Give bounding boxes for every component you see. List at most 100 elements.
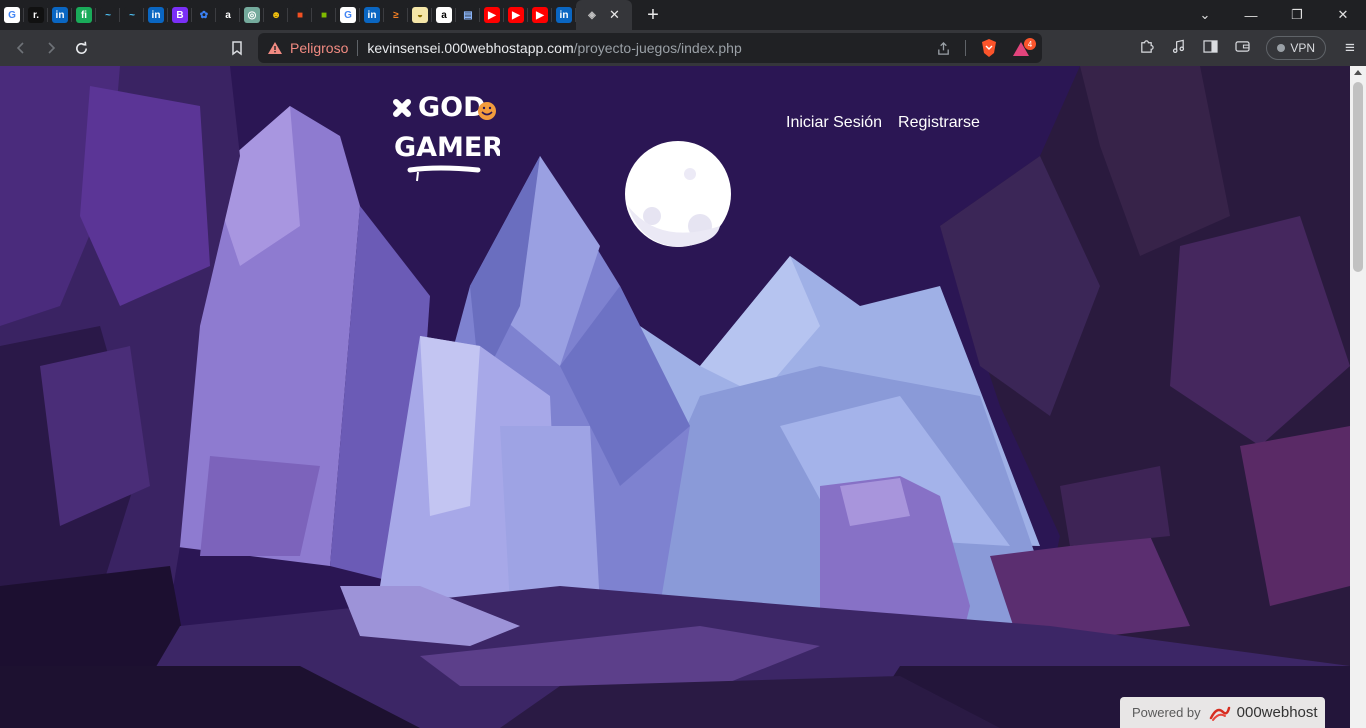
vpn-label: VPN [1290,41,1315,55]
window-controls: ⌄ — ❐ ✕ [1182,0,1366,30]
menu-icon[interactable]: ≡ [1334,38,1366,58]
browser-tab[interactable]: ~In [96,0,120,30]
share-icon[interactable] [936,41,951,56]
restore-button[interactable]: ❐ [1274,7,1320,23]
tab-favicon-icon: in [148,7,164,23]
tab-favicon-icon: ▤ [460,7,476,23]
scroll-thumb[interactable] [1353,82,1363,272]
tab-favicon-icon: ◒ [412,7,428,23]
tab-strip: Ghr.Bin(1fiP~In~Inin(1BFr✿FraA◎C☻D■S■SGs… [0,0,1366,30]
sidebar-toggle-icon[interactable] [1194,40,1226,56]
close-window-button[interactable]: ✕ [1320,7,1366,23]
rewards-badge: 4 [1024,38,1036,50]
browser-tab[interactable]: ▤N [456,0,480,30]
scroll-up-arrow-icon[interactable] [1354,70,1362,75]
browser-tab[interactable]: aA [216,0,240,30]
extensions-icon[interactable] [1130,39,1162,57]
tab-favicon-icon: a [220,7,236,23]
minimize-button[interactable]: — [1228,8,1274,23]
browser-tab[interactable]: ▶(4 [480,0,504,30]
tab-favicon-icon: B [172,7,188,23]
tab-list: Ghr.Bin(1fiP~In~Inin(1BFr✿FraA◎C☻D■S■SGs… [0,0,576,30]
forward-arrow-icon [48,42,56,54]
page-scrollbar[interactable] [1350,66,1366,728]
browser-tab[interactable]: ▶(4 [504,0,528,30]
browser-tab[interactable]: ◒La [408,0,432,30]
tab-favicon-icon: in [556,7,572,23]
active-tab[interactable]: ◈ ✕ [576,0,632,30]
close-tab-icon[interactable]: ✕ [609,7,620,23]
address-separator [357,40,359,56]
url-path: /proyecto-juegos/index.php [573,40,742,56]
canyon-background-illustration [0,66,1350,728]
browser-tab[interactable]: BFr [168,0,192,30]
logo-text-top: GOD [418,92,486,123]
browser-tab[interactable]: ■S [312,0,336,30]
brave-shields-icon[interactable] [980,38,998,58]
omnibox-divider [965,40,966,56]
browser-tab[interactable]: Gh [0,0,24,30]
tab-favicon-icon: ~ [124,7,140,23]
tab-search-dropdown-icon[interactable]: ⌄ [1182,7,1228,23]
browser-tab[interactable]: ☻D [264,0,288,30]
forward-button[interactable] [36,33,66,63]
security-status[interactable]: Peligroso [290,40,348,56]
bookmark-icon [232,40,242,55]
page-viewport: GOD GAMERS Iniciar Sesión Registrarse Po… [0,66,1350,728]
browser-tab[interactable]: ◎C [240,0,264,30]
tab-favicon-icon: G [4,7,20,23]
tab-favicon-icon: ■ [316,7,332,23]
browser-tab[interactable]: fiP [72,0,96,30]
address-bar[interactable]: Peligroso kevinsensei.000webhostapp.com /… [258,33,1042,63]
tab-favicon-icon: in [364,7,380,23]
warning-icon [268,42,282,54]
browser-tab[interactable]: in(2 [552,0,576,30]
browser-tab[interactable]: in(1 [144,0,168,30]
tab-favicon-icon: a [436,7,452,23]
tab-favicon-icon: ~ [100,7,116,23]
browser-tab[interactable]: ▶🔊 [528,0,552,30]
tab-favicon-icon: fi [76,7,92,23]
powered-by-brand: 000webhost [1236,704,1318,721]
bookmark-button[interactable] [222,33,252,63]
tab-favicon-icon: ■ [292,7,308,23]
back-button[interactable] [6,33,36,63]
tab-favicon-icon: ✿ [196,7,212,23]
browser-tab[interactable]: ✿Fr [192,0,216,30]
browser-tab[interactable]: Gsc [336,0,360,30]
powered-by-badge[interactable]: Powered by 000webhost [1120,697,1325,728]
browser-tab[interactable]: in(1 [48,0,72,30]
browser-tab[interactable]: in(2 [360,0,384,30]
tab-favicon-icon: r. [28,7,44,23]
url-host: kevinsensei.000webhostapp.com [367,40,574,56]
brave-rewards-button[interactable]: 4 [1012,38,1036,58]
powered-by-label: Powered by [1132,705,1201,720]
new-tab-button[interactable]: + [638,0,668,30]
tab-favicon-icon: ☻ [268,7,284,23]
media-music-icon[interactable] [1162,39,1194,57]
toolbar-right-actions: VPN ≡ [1130,30,1366,66]
main-nav: Iniciar Sesión Registrarse [786,114,980,132]
reload-button[interactable] [66,33,96,63]
browser-tab[interactable]: r.B [24,0,48,30]
browser-tab[interactable]: ■S [288,0,312,30]
reload-icon [75,41,87,54]
tab-favicon-icon: ▶ [484,7,500,23]
login-link[interactable]: Iniciar Sesión [786,114,882,132]
tab-favicon-icon: ◎ [244,7,260,23]
tab-favicon-icon: ▶ [532,7,548,23]
browser-tab[interactable]: ~In [120,0,144,30]
browser-toolbar: Peligroso kevinsensei.000webhostapp.com /… [0,30,1366,66]
000webhost-logo-icon [1209,706,1230,721]
active-tab-favicon: ◈ [584,7,600,23]
register-link[interactable]: Registrarse [898,114,980,132]
wallet-icon[interactable] [1226,40,1258,56]
omnibox-actions: 4 [936,33,1036,63]
tab-favicon-icon: ▶ [508,7,524,23]
vpn-button[interactable]: VPN [1266,36,1326,60]
browser-tab[interactable]: aH [432,0,456,30]
browser-tab[interactable]: ≥C [384,0,408,30]
god-gamers-logo[interactable]: GOD GAMERS [388,84,500,184]
vpn-status-dot [1277,44,1286,52]
tab-favicon-icon: in [52,7,68,23]
